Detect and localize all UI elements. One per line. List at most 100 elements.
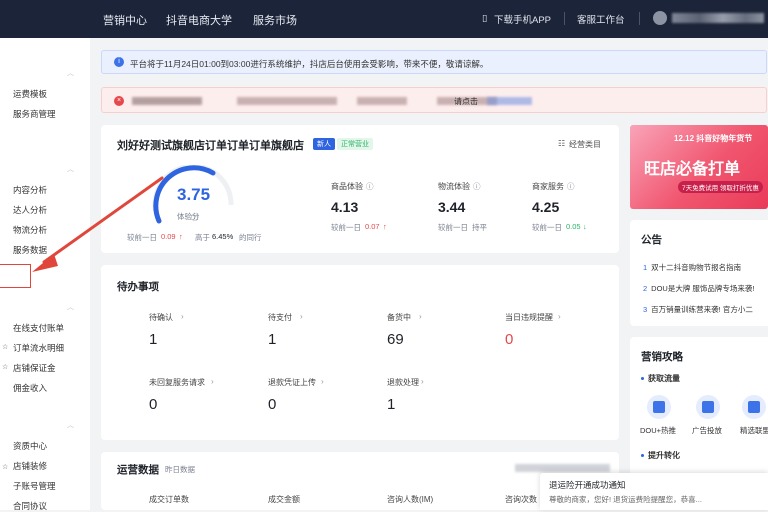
help-icon[interactable]: ⓘ xyxy=(567,181,575,192)
ops-category-link[interactable]: 经营类目 xyxy=(569,139,601,150)
marketing-sub-traffic: 获取流量 xyxy=(648,374,680,383)
ops-col-amount[interactable]: 成交金额 xyxy=(268,494,300,505)
redacted-text xyxy=(237,97,337,105)
tool-ads[interactable]: 广告投放 xyxy=(692,425,722,436)
promo-banner[interactable]: 12.12 抖音好物年货节 旺店必备打单 7天免费试用 领取打折优惠 xyxy=(630,125,768,209)
todo-value-violation-reminder[interactable]: 0 xyxy=(505,331,513,348)
arrow-up-icon: ↑ xyxy=(179,232,183,241)
chevron-up-icon[interactable]: ︿ xyxy=(67,420,74,430)
higher-than-label: 高于 xyxy=(195,233,210,242)
metric-label-logistics: 物流体验 xyxy=(438,182,470,191)
metric-value-merchant-service: 4.25 xyxy=(532,199,560,215)
notification-popup[interactable]: 退运险开通成功通知 尊敬的商家，您好! 退货运费险提醒您，恭喜... xyxy=(540,473,768,510)
sidebar-item-online-payment-bill[interactable]: 在线支付账单 xyxy=(13,322,64,334)
ad-icon[interactable] xyxy=(696,395,720,419)
todo-label-refund-process[interactable]: 退款处理 xyxy=(387,377,419,388)
todo-label-violation-reminder[interactable]: 当日违规提醒 xyxy=(505,312,553,323)
redacted-text xyxy=(132,97,202,105)
redacted-text xyxy=(515,464,610,472)
sidebar-item-shipping-template[interactable]: 运费模板 xyxy=(13,88,47,100)
redacted-link[interactable] xyxy=(487,97,532,105)
download-app-link[interactable]: 下载手机APP xyxy=(494,12,551,26)
metric-compare-label: 较前一日 xyxy=(438,223,468,232)
metric-value-product: 4.13 xyxy=(331,199,359,215)
sidebar-item-influencer-analysis[interactable]: 达人分析 xyxy=(13,204,47,216)
help-icon[interactable]: ⓘ xyxy=(366,181,374,192)
ops-col-orders[interactable]: 成交订单数 xyxy=(149,494,189,505)
help-icon[interactable]: ⓘ xyxy=(191,212,199,223)
chevron-up-icon[interactable]: ︿ xyxy=(67,68,74,78)
todo-label-refund-voucher[interactable]: 退款凭证上传 xyxy=(268,377,316,388)
help-icon[interactable]: ⓘ xyxy=(473,181,481,192)
marketing-sub-conversion: 提升转化 xyxy=(648,451,680,460)
sidebar-item-commission-income[interactable]: 佣金收入 xyxy=(13,382,47,394)
arrow-down-icon: ↓ xyxy=(583,222,587,231)
ops-col-consult-count[interactable]: 咨询次数 xyxy=(505,494,537,505)
tool-dou-plus[interactable]: DOU+热推 xyxy=(640,425,676,436)
todo-label-to-confirm[interactable]: 待确认 xyxy=(149,312,173,323)
top-nav-bar: 营销中心 抖音电商大学 服务市场 ▯ 下载手机APP 客服工作台 xyxy=(0,0,768,38)
todo-value-stocking[interactable]: 69 xyxy=(387,331,404,348)
sidebar-item-sub-account-management[interactable]: 子账号管理 xyxy=(13,480,56,492)
sidebar-item-logistics-analysis[interactable]: 物流分析 xyxy=(13,224,47,236)
metric-compare-label: 较前一日 xyxy=(331,223,361,232)
todo-value-refund-process[interactable]: 1 xyxy=(387,396,395,413)
nav-douyin-ecommerce-university[interactable]: 抖音电商大学 xyxy=(166,12,232,28)
sidebar-item-contract-agreement[interactable]: 合同协议 xyxy=(13,500,47,512)
higher-than-suffix: 的同行 xyxy=(239,233,262,242)
nav-marketing-center[interactable]: 营销中心 xyxy=(103,12,147,28)
todo-value-unreplied-service[interactable]: 0 xyxy=(149,396,157,413)
announcement-item[interactable]: 1 双十二抖音购物节报名指南 xyxy=(643,262,741,273)
announcement-item[interactable]: 3 百万销量训练营来袭! 官方小二 xyxy=(643,304,753,315)
chevron-up-icon[interactable]: ︿ xyxy=(67,164,74,174)
sidebar-item-store-deposit[interactable]: 店铺保证金 xyxy=(13,362,56,374)
category-icon: ☷ xyxy=(558,139,566,148)
chevron-up-icon[interactable]: ︿ xyxy=(67,302,74,312)
popup-body: 尊敬的商家，您好! 退货运费险提醒您，恭喜... xyxy=(549,495,702,504)
todo-value-to-confirm[interactable]: 1 xyxy=(149,331,157,348)
todo-value-to-pay[interactable]: 1 xyxy=(268,331,276,348)
shop-name: 刘好好测试旗舰店订单订单订单旗舰店 xyxy=(117,140,304,152)
sidebar-item-service-provider[interactable]: 服务商管理 xyxy=(13,108,56,120)
account-name-redacted[interactable] xyxy=(672,13,764,23)
todo-title: 待办事项 xyxy=(117,281,159,293)
todo-label-unreplied-service[interactable]: 未回复服务请求 xyxy=(149,377,205,388)
sidebar-item-store-decoration[interactable]: 店铺装修 xyxy=(13,460,47,472)
todo-label-to-pay[interactable]: 待支付 xyxy=(268,312,292,323)
tool-alliance[interactable]: 精选联盟 xyxy=(740,425,768,436)
chevron-right-icon: › xyxy=(421,377,424,386)
dou-plus-icon[interactable] xyxy=(647,395,671,419)
metric-label-merchant-service: 商家服务 xyxy=(532,182,564,191)
shop-overview-card: 刘好好测试旗舰店订单订单订单旗舰店 新人 正常营业 ☷ 经营类目 3.75 体验… xyxy=(101,125,619,253)
todo-value-refund-voucher[interactable]: 0 xyxy=(268,396,276,413)
alert-link-text: 请点击 xyxy=(454,97,478,106)
status-badge: 正常营业 xyxy=(337,138,373,150)
compare-prev-label: 较前一日 xyxy=(127,233,157,242)
announcement-item[interactable]: 2 DOU是大牌 服饰品牌专场来袭! xyxy=(643,283,755,294)
redacted-text xyxy=(357,97,407,105)
announcement-num: 2 xyxy=(643,284,648,293)
highlight-box xyxy=(0,264,31,288)
bullet-dot xyxy=(641,454,644,457)
avatar[interactable] xyxy=(653,11,667,25)
sidebar-item-qualification-center[interactable]: 资质中心 xyxy=(13,440,47,452)
sidebar-item-content-analysis[interactable]: 内容分析 xyxy=(13,184,47,196)
service-desk-link[interactable]: 客服工作台 xyxy=(577,12,625,26)
chevron-right-icon: › xyxy=(300,312,303,321)
new-badge: 新人 xyxy=(313,138,335,150)
higher-than-value: 6.45% xyxy=(212,232,234,241)
alert-banner: × 请点击 xyxy=(101,87,767,113)
info-icon: i xyxy=(114,57,124,67)
promo-banner-top: 12.12 抖音好物年货节 xyxy=(674,134,753,143)
ops-col-im-consult[interactable]: 咨询人数(IM) xyxy=(387,494,433,505)
alliance-icon[interactable] xyxy=(742,395,766,419)
todo-label-stocking[interactable]: 备货中 xyxy=(387,312,411,323)
chevron-right-icon: › xyxy=(181,312,184,321)
sidebar-item-order-flow-detail[interactable]: 订单流水明细 xyxy=(13,342,64,354)
nav-service-market[interactable]: 服务市场 xyxy=(253,12,297,28)
sidebar-item-service-data[interactable]: 服务数据 xyxy=(13,244,47,256)
popup-title: 退运险开通成功通知 xyxy=(549,480,626,490)
maintenance-notice-banner: i 平台将于11月24日01:00到03:00进行系统维护，抖店后台使用会受影响… xyxy=(101,50,767,74)
todo-card: 待办事项 待确认 › 1 待支付 › 1 备货中 › 69 当日违规提醒 › 0… xyxy=(101,265,619,440)
ops-data-title: 运营数据 xyxy=(117,464,159,476)
